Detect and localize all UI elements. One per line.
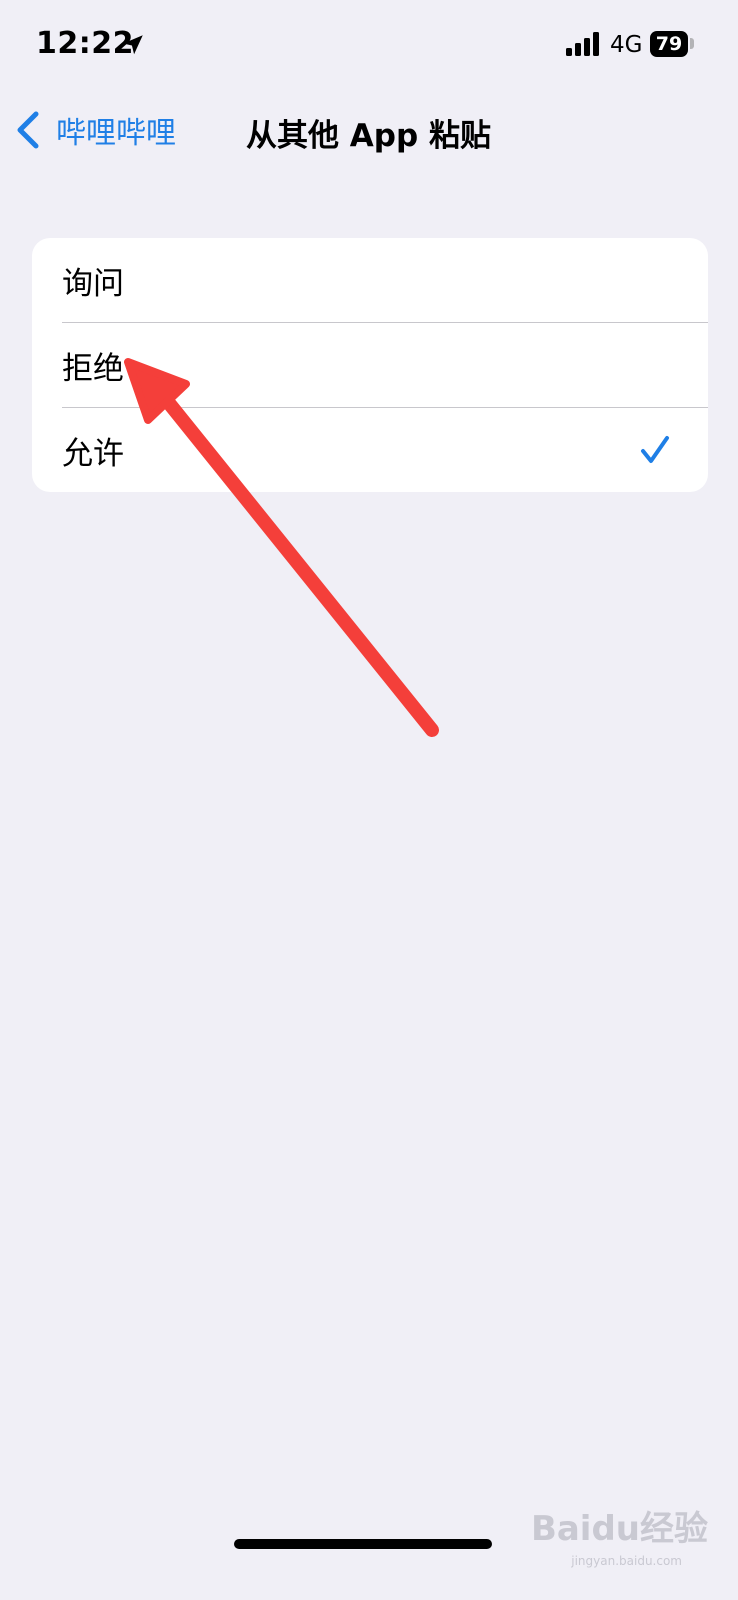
option-label-deny: 拒绝 (62, 351, 124, 387)
back-button-label: 哔哩哔哩 (56, 116, 176, 151)
page-title: 从其他 App 粘贴 (246, 118, 491, 154)
option-ask[interactable]: 询问 (32, 238, 708, 323)
paste-permission-options: 询问 拒绝 允许 (32, 238, 708, 492)
home-indicator[interactable] (234, 1539, 492, 1549)
option-label-allow: 允许 (62, 436, 124, 472)
battery-icon: 79 (650, 31, 688, 57)
checkmark-icon (641, 436, 669, 463)
option-deny[interactable]: 拒绝 (32, 323, 708, 408)
back-button[interactable]: 哔哩哔哩 (14, 106, 176, 154)
option-label-ask: 询问 (62, 266, 124, 302)
network-type: 4G (610, 32, 643, 58)
navigation-bar: 哔哩哔哩 从其他 App 粘贴 (0, 92, 738, 168)
location-arrow-icon (123, 35, 143, 55)
battery-level: 79 (655, 33, 683, 55)
watermark-url: jingyan.baidu.com (571, 1554, 682, 1568)
battery-cap (690, 38, 694, 49)
cellular-signal-icon (566, 32, 599, 56)
status-bar: 12:22 4G 79 (0, 0, 738, 92)
watermark-brand: Baidu经验 (530, 1509, 708, 1549)
chevron-left-icon (17, 111, 39, 149)
watermark-url-container: jingyan.baidu.com (571, 1554, 682, 1568)
watermark-logo: Baidu经验 (531, 1501, 708, 1550)
option-allow[interactable]: 允许 (32, 408, 708, 492)
